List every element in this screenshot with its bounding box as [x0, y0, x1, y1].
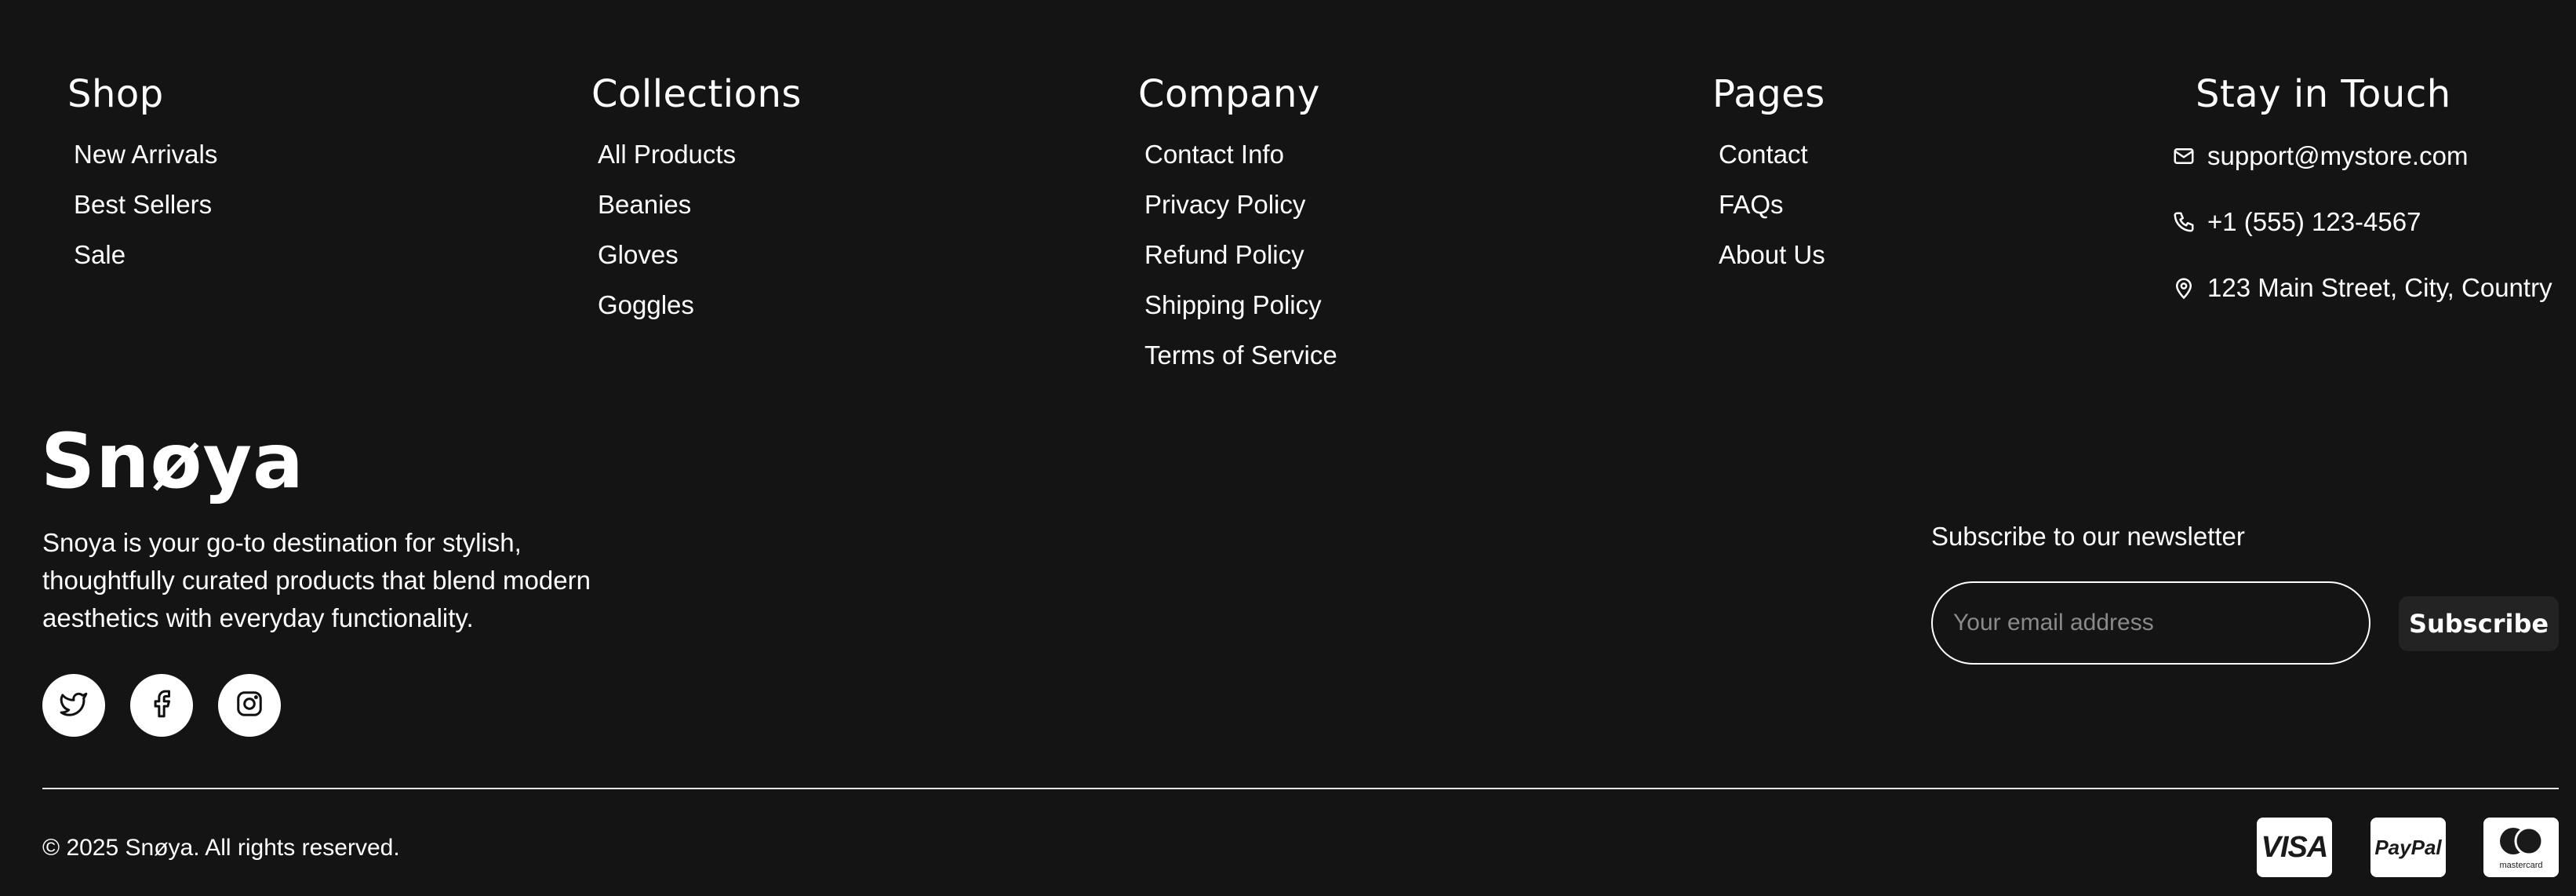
phone-icon [2170, 208, 2198, 236]
link-beanies[interactable]: Beanies [598, 191, 802, 218]
link-faqs[interactable]: FAQs [1719, 191, 1825, 218]
link-terms-of-service[interactable]: Terms of Service [1144, 342, 1337, 369]
copyright-text: © 2025 Snøya. All rights reserved. [42, 835, 400, 861]
instagram-button[interactable] [218, 674, 281, 737]
newsletter-label: Subscribe to our newsletter [1931, 522, 2245, 551]
footer-divider [42, 788, 2559, 789]
brand-logo[interactable]: Snøya [41, 417, 304, 505]
brand-description: Snoya is your go-to destination for styl… [42, 528, 591, 632]
contact-email-text: support@mystore.com [2207, 141, 2469, 170]
contact-phone-text: +1 (555) 123-4567 [2207, 207, 2421, 236]
social-links [42, 674, 281, 737]
link-best-sellers[interactable]: Best Sellers [74, 191, 217, 218]
contact-address-text: 123 Main Street, City, Country [2207, 273, 2552, 302]
visa-badge: VISA [2257, 818, 2332, 877]
mastercard-label: mastercard [2499, 860, 2543, 870]
paypal-icon: PayPal [2374, 835, 2442, 859]
contact-phone[interactable]: +1 (555) 123-4567 [2170, 207, 2552, 237]
newsletter-email-input[interactable] [1931, 581, 2370, 665]
link-gloves[interactable]: Gloves [598, 242, 802, 268]
mastercard-badge: mastercard [2483, 818, 2559, 877]
column-title: Company [1138, 72, 1320, 116]
link-new-arrivals[interactable]: New Arrivals [74, 141, 217, 168]
footer-column-contact: Stay in Touch support@mystore.com +1 (55… [2170, 72, 2552, 339]
link-contact-info[interactable]: Contact Info [1144, 141, 1337, 168]
column-title: Collections [591, 72, 802, 116]
footer-column-company: Company Contact Info Privacy Policy Refu… [1138, 72, 1337, 392]
paypal-badge: PayPal [2370, 818, 2446, 877]
link-sale[interactable]: Sale [74, 242, 217, 268]
column-title: Stay in Touch [2196, 72, 2451, 116]
twitter-button[interactable] [42, 674, 105, 737]
link-privacy-policy[interactable]: Privacy Policy [1144, 191, 1337, 218]
mail-icon [2170, 142, 2198, 170]
mastercard-icon [2494, 825, 2549, 861]
link-refund-policy[interactable]: Refund Policy [1144, 242, 1337, 268]
footer-column-collections: Collections All Products Beanies Gloves … [591, 72, 802, 342]
contact-email[interactable]: support@mystore.com [2170, 141, 2552, 171]
facebook-button[interactable] [130, 674, 193, 737]
contact-address: 123 Main Street, City, Country [2170, 273, 2552, 303]
footer-column-pages: Pages Contact FAQs About Us [1712, 72, 1825, 292]
subscribe-button[interactable]: Subscribe [2399, 596, 2559, 651]
link-shipping-policy[interactable]: Shipping Policy [1144, 292, 1337, 319]
link-contact[interactable]: Contact [1719, 141, 1825, 168]
column-title: Shop [67, 72, 164, 116]
instagram-icon [235, 689, 264, 723]
link-all-products[interactable]: All Products [598, 141, 802, 168]
link-goggles[interactable]: Goggles [598, 292, 802, 319]
visa-icon: VISA [2261, 830, 2329, 864]
footer-column-shop: Shop New Arrivals Best Sellers Sale [67, 72, 217, 292]
facebook-icon [147, 689, 176, 723]
map-pin-icon [2170, 274, 2198, 302]
column-title: Pages [1712, 72, 1825, 116]
link-about-us[interactable]: About Us [1719, 242, 1825, 268]
twitter-icon [59, 689, 89, 723]
